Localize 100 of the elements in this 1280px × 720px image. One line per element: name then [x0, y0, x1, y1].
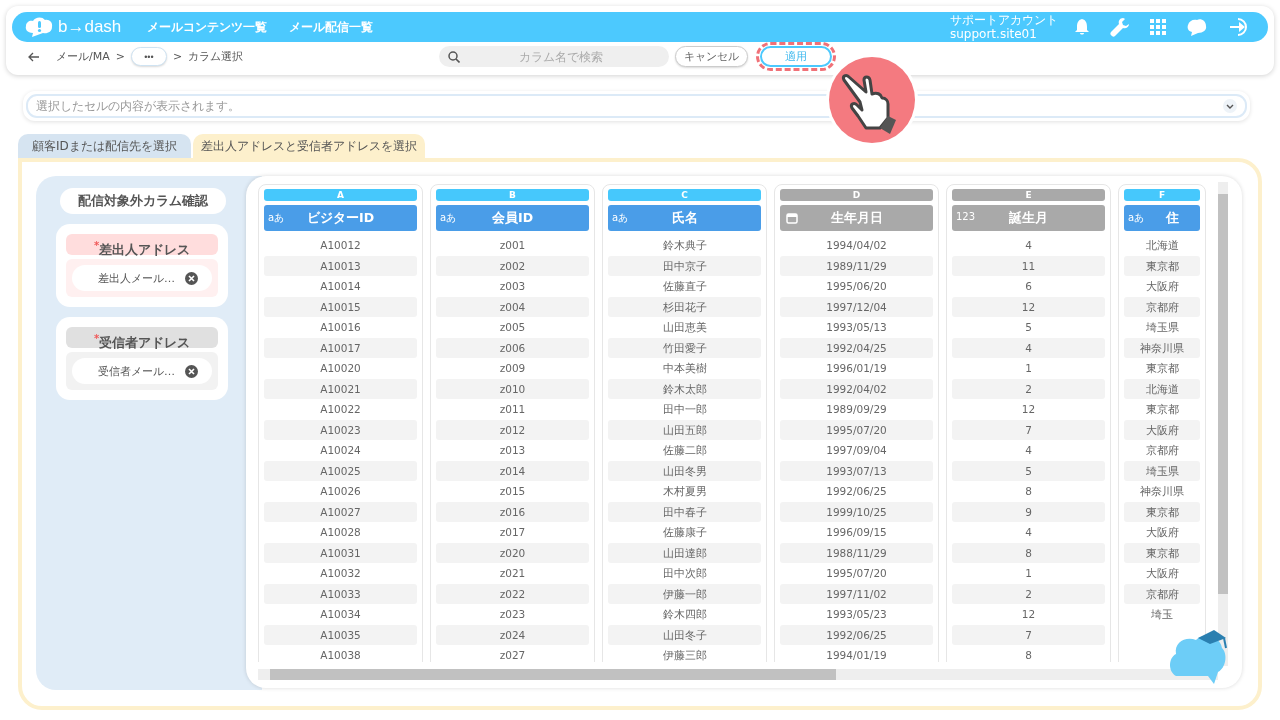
column-header[interactable]: aあ 住 — [1124, 205, 1200, 231]
table-cell[interactable]: 4 — [952, 235, 1105, 256]
table-cell[interactable]: 木村夏男 — [608, 481, 761, 502]
table-cell[interactable]: z001 — [436, 235, 589, 256]
table-cell[interactable]: A10021 — [264, 378, 417, 399]
table-cell[interactable]: 中本美樹 — [608, 358, 761, 379]
table-cell[interactable]: A10027 — [264, 501, 417, 522]
table-cell[interactable]: A10025 — [264, 460, 417, 481]
table-cell[interactable]: 山田五郎 — [608, 419, 761, 440]
table-cell[interactable]: 東京都 — [1124, 542, 1200, 563]
table-cell[interactable]: 大阪府 — [1124, 419, 1200, 440]
table-cell[interactable]: 4 — [952, 337, 1105, 358]
table-cell[interactable]: 佐藤直子 — [608, 276, 761, 297]
table-cell[interactable]: 東京都 — [1124, 255, 1200, 276]
table-cell[interactable]: 山田冬男 — [608, 460, 761, 481]
table-cell[interactable]: 北海道 — [1124, 235, 1200, 256]
table-cell[interactable]: A10016 — [264, 317, 417, 338]
table-cell[interactable]: A10034 — [264, 604, 417, 625]
table-cell[interactable]: 伊藤三郎 — [608, 645, 761, 662]
column-header[interactable]: aあ ビジターID — [264, 205, 417, 231]
table-cell[interactable]: 5 — [952, 317, 1105, 338]
table-cell[interactable]: 7 — [952, 419, 1105, 440]
cell-content-field[interactable]: 選択したセルの内容が表示されます。 — [26, 94, 1247, 118]
table-cell[interactable]: 田中春子 — [608, 501, 761, 522]
table-cell[interactable]: 山田恵美 — [608, 317, 761, 338]
bell-icon[interactable] — [1074, 18, 1090, 36]
table-cell[interactable]: z011 — [436, 399, 589, 420]
remove-icon[interactable] — [185, 271, 198, 285]
table-cell[interactable]: 東京都 — [1124, 501, 1200, 522]
table-cell[interactable]: z021 — [436, 563, 589, 584]
column-chip[interactable]: 受信者メール… — [72, 358, 212, 384]
table-cell[interactable]: z014 — [436, 460, 589, 481]
column-header[interactable]: aあ 会員ID — [436, 205, 589, 231]
table-cell[interactable]: 田中一郎 — [608, 399, 761, 420]
horizontal-scrollbar[interactable] — [258, 669, 1218, 680]
table-cell[interactable]: 8 — [952, 481, 1105, 502]
table-cell[interactable]: 12 — [952, 399, 1105, 420]
table-cell[interactable]: 佐藤二郎 — [608, 440, 761, 461]
table-cell[interactable]: 大阪府 — [1124, 522, 1200, 543]
table-cell[interactable]: A10014 — [264, 276, 417, 297]
table-cell[interactable]: z012 — [436, 419, 589, 440]
back-arrow-icon[interactable] — [28, 51, 40, 62]
table-cell[interactable]: z016 — [436, 501, 589, 522]
table-cell[interactable]: 佐藤康子 — [608, 522, 761, 543]
table-cell[interactable]: z004 — [436, 296, 589, 317]
table-cell[interactable]: 1997/12/04 — [780, 296, 933, 317]
table-cell[interactable]: A10033 — [264, 583, 417, 604]
table-cell[interactable]: A10015 — [264, 296, 417, 317]
table-cell[interactable]: 京都府 — [1124, 440, 1200, 461]
table-cell[interactable]: 伊藤一郎 — [608, 583, 761, 604]
table-cell[interactable]: 鈴木太郎 — [608, 378, 761, 399]
table-cell[interactable]: 東京都 — [1124, 399, 1200, 420]
table-cell[interactable]: 京都府 — [1124, 296, 1200, 317]
table-cell[interactable]: A10032 — [264, 563, 417, 584]
table-cell[interactable]: 7 — [952, 624, 1105, 645]
table-cell[interactable]: 京都府 — [1124, 583, 1200, 604]
table-cell[interactable]: A10020 — [264, 358, 417, 379]
table-cell[interactable]: 1997/09/04 — [780, 440, 933, 461]
table-cell[interactable]: 1989/09/29 — [780, 399, 933, 420]
table-cell[interactable]: 1989/11/29 — [780, 255, 933, 276]
tab[interactable]: 顧客IDまたは配信先を選択 — [18, 134, 191, 158]
table-cell[interactable]: z003 — [436, 276, 589, 297]
table-cell[interactable]: 12 — [952, 604, 1105, 625]
column-chip[interactable]: 差出人メール… — [72, 265, 212, 291]
table-cell[interactable]: 1996/09/15 — [780, 522, 933, 543]
apps-grid-icon[interactable] — [1150, 19, 1166, 35]
table-cell[interactable]: z023 — [436, 604, 589, 625]
table-cell[interactable]: 1993/05/23 — [780, 604, 933, 625]
table-cell[interactable]: z022 — [436, 583, 589, 604]
vertical-scrollbar[interactable] — [1218, 182, 1228, 666]
table-cell[interactable]: 鈴木典子 — [608, 235, 761, 256]
column-card[interactable]: A aあ ビジターID A10012 A10013 A10014 A10015 A10016 A10017 A10020 A10021 A10022 A10023 A10024 A10025 A10026 A10027 A10028 A10031 A10032 A10033 A10034 A10035 A10038 — [258, 184, 423, 662]
table-cell[interactable]: z027 — [436, 645, 589, 662]
table-cell[interactable]: 埼玉県 — [1124, 460, 1200, 481]
table-cell[interactable]: 6 — [952, 276, 1105, 297]
table-cell[interactable]: 竹田愛子 — [608, 337, 761, 358]
more-button[interactable]: ••• — [130, 47, 167, 66]
table-cell[interactable]: A10031 — [264, 542, 417, 563]
wrench-icon[interactable] — [1110, 17, 1130, 37]
table-cell[interactable]: z002 — [436, 255, 589, 276]
table-cell[interactable]: A10035 — [264, 624, 417, 645]
column-card[interactable]: B aあ 会員ID z001 z002 z003 z004 z005 z006 z009 z010 z011 z012 z013 z014 z015 z016 z017 z020 z021 z022 z023 z024 z027 — [430, 184, 595, 662]
table-cell[interactable]: 埼玉 — [1124, 604, 1200, 625]
logout-icon[interactable] — [1228, 17, 1250, 37]
table-cell[interactable]: 山田冬子 — [608, 624, 761, 645]
table-cell[interactable]: 1992/04/02 — [780, 378, 933, 399]
table-cell[interactable]: A10038 — [264, 645, 417, 662]
table-cell[interactable]: 杉田花子 — [608, 296, 761, 317]
table-cell[interactable]: A10024 — [264, 440, 417, 461]
breadcrumb-link[interactable]: メール/MA — [56, 49, 110, 64]
table-cell[interactable]: 東京都 — [1124, 358, 1200, 379]
tab[interactable]: 差出人アドレスと受信者アドレスを選択 — [192, 134, 425, 158]
column-header[interactable]: aあ 氏名 — [608, 205, 761, 231]
table-cell[interactable]: 山田達郎 — [608, 542, 761, 563]
column-card[interactable] — [774, 184, 939, 662]
table-cell[interactable]: 1995/07/20 — [780, 419, 933, 440]
table-cell[interactable]: 4 — [952, 440, 1105, 461]
table-cell[interactable]: 1993/07/13 — [780, 460, 933, 481]
table-cell[interactable]: z015 — [436, 481, 589, 502]
table-cell[interactable]: A10017 — [264, 337, 417, 358]
